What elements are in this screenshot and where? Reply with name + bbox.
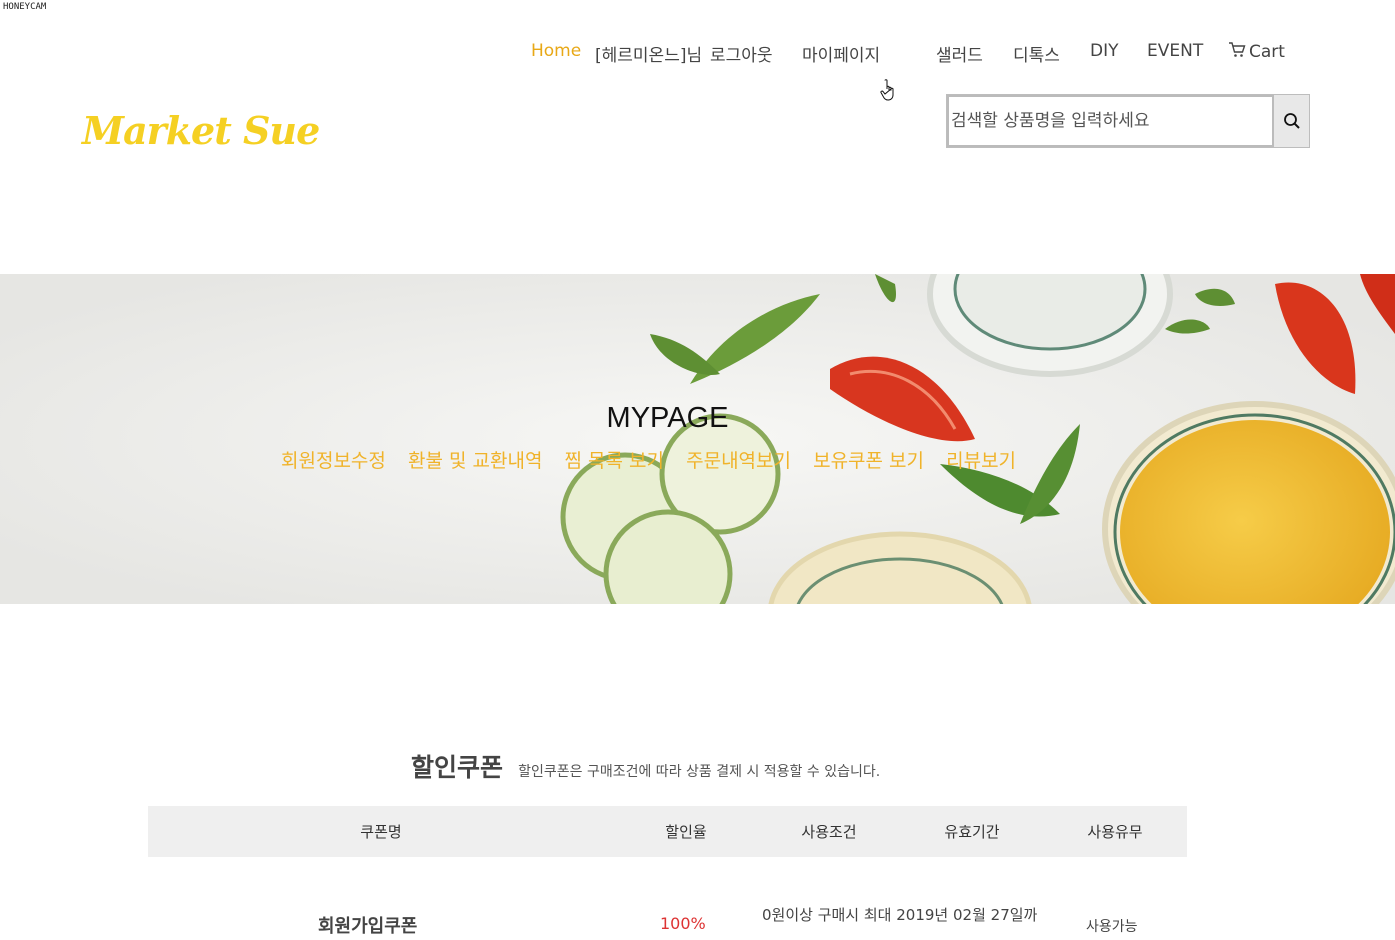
nav-home-link[interactable]: Home bbox=[531, 41, 581, 61]
banner-title: MYPAGE bbox=[606, 402, 729, 434]
cart-label: Cart bbox=[1249, 42, 1285, 62]
column-header-coupon-name: 쿠폰명 bbox=[360, 823, 402, 841]
coupon-rate: 100% bbox=[660, 914, 706, 933]
search-icon bbox=[1283, 113, 1300, 129]
mypage-banner: MYPAGE 회원정보수정 환불 및 교환내역 찜 목록 보기 주문내역보기 보… bbox=[0, 274, 1395, 604]
refund-exchange-link[interactable]: 환불 및 교환내역 bbox=[408, 450, 542, 472]
wishlist-link[interactable]: 찜 목록 보기 bbox=[565, 450, 664, 472]
watermark: HONEYCAM bbox=[3, 2, 47, 12]
reviews-link[interactable]: 리뷰보기 bbox=[946, 450, 1016, 472]
nav-mypage-link[interactable]: 마이페이지 bbox=[802, 41, 880, 66]
nav-logout-link[interactable]: 로그아웃 bbox=[710, 41, 773, 66]
site-logo[interactable]: Market Sue bbox=[82, 108, 320, 153]
coupon-status: 사용가능 bbox=[1086, 919, 1138, 935]
column-header-discount-rate: 할인율 bbox=[665, 823, 707, 841]
nav-detox-link[interactable]: 디톡스 bbox=[1013, 41, 1060, 66]
cart-icon bbox=[1229, 42, 1246, 57]
nav-event-link[interactable]: EVENT bbox=[1147, 41, 1203, 61]
search-input[interactable] bbox=[947, 95, 1274, 147]
coupon-table-header: 쿠폰명 할인율 사용조건 유효기간 사용유무 bbox=[148, 806, 1187, 857]
column-header-validity: 유효기간 bbox=[944, 823, 1000, 841]
banner-background-image bbox=[0, 274, 1395, 604]
edit-member-info-link[interactable]: 회원정보수정 bbox=[281, 450, 386, 472]
mouse-pointer-icon bbox=[880, 79, 894, 101]
search-button[interactable] bbox=[1274, 95, 1309, 147]
coupon-title: 할인쿠폰 bbox=[411, 753, 504, 782]
nav-diy-link[interactable]: DIY bbox=[1090, 41, 1119, 61]
table-row: 회원가입쿠폰 100% 0원이상 구매시 최대 2019년 02월 27일까 사… bbox=[148, 900, 1187, 940]
coupon-heading: 할인쿠폰 할인쿠폰은 구매조건에 따라 상품 결제 시 적용할 수 있습니다. bbox=[411, 748, 880, 784]
top-navigation: Home [헤르미온느]님 로그아웃 마이페이지 샐러드 디톡스 DIY EVE… bbox=[0, 41, 1395, 66]
column-header-condition: 사용조건 bbox=[801, 823, 857, 841]
order-history-link[interactable]: 주문내역보기 bbox=[686, 450, 791, 472]
nav-salad-link[interactable]: 샐러드 bbox=[936, 41, 983, 66]
search-form bbox=[946, 94, 1310, 148]
mypage-submenu: 회원정보수정 환불 및 교환내역 찜 목록 보기 주문내역보기 보유쿠폰 보기 … bbox=[281, 446, 1033, 473]
coupons-link[interactable]: 보유쿠폰 보기 bbox=[813, 450, 924, 472]
nav-cart-link[interactable]: Cart bbox=[1228, 41, 1285, 62]
coupon-subtitle: 할인쿠폰은 구매조건에 따라 상품 결제 시 적용할 수 있습니다. bbox=[518, 764, 881, 780]
nav-user-name[interactable]: [헤르미온느]님 bbox=[595, 41, 702, 66]
coupon-name: 회원가입쿠폰 bbox=[318, 916, 418, 937]
column-header-status: 사용유무 bbox=[1087, 823, 1143, 841]
